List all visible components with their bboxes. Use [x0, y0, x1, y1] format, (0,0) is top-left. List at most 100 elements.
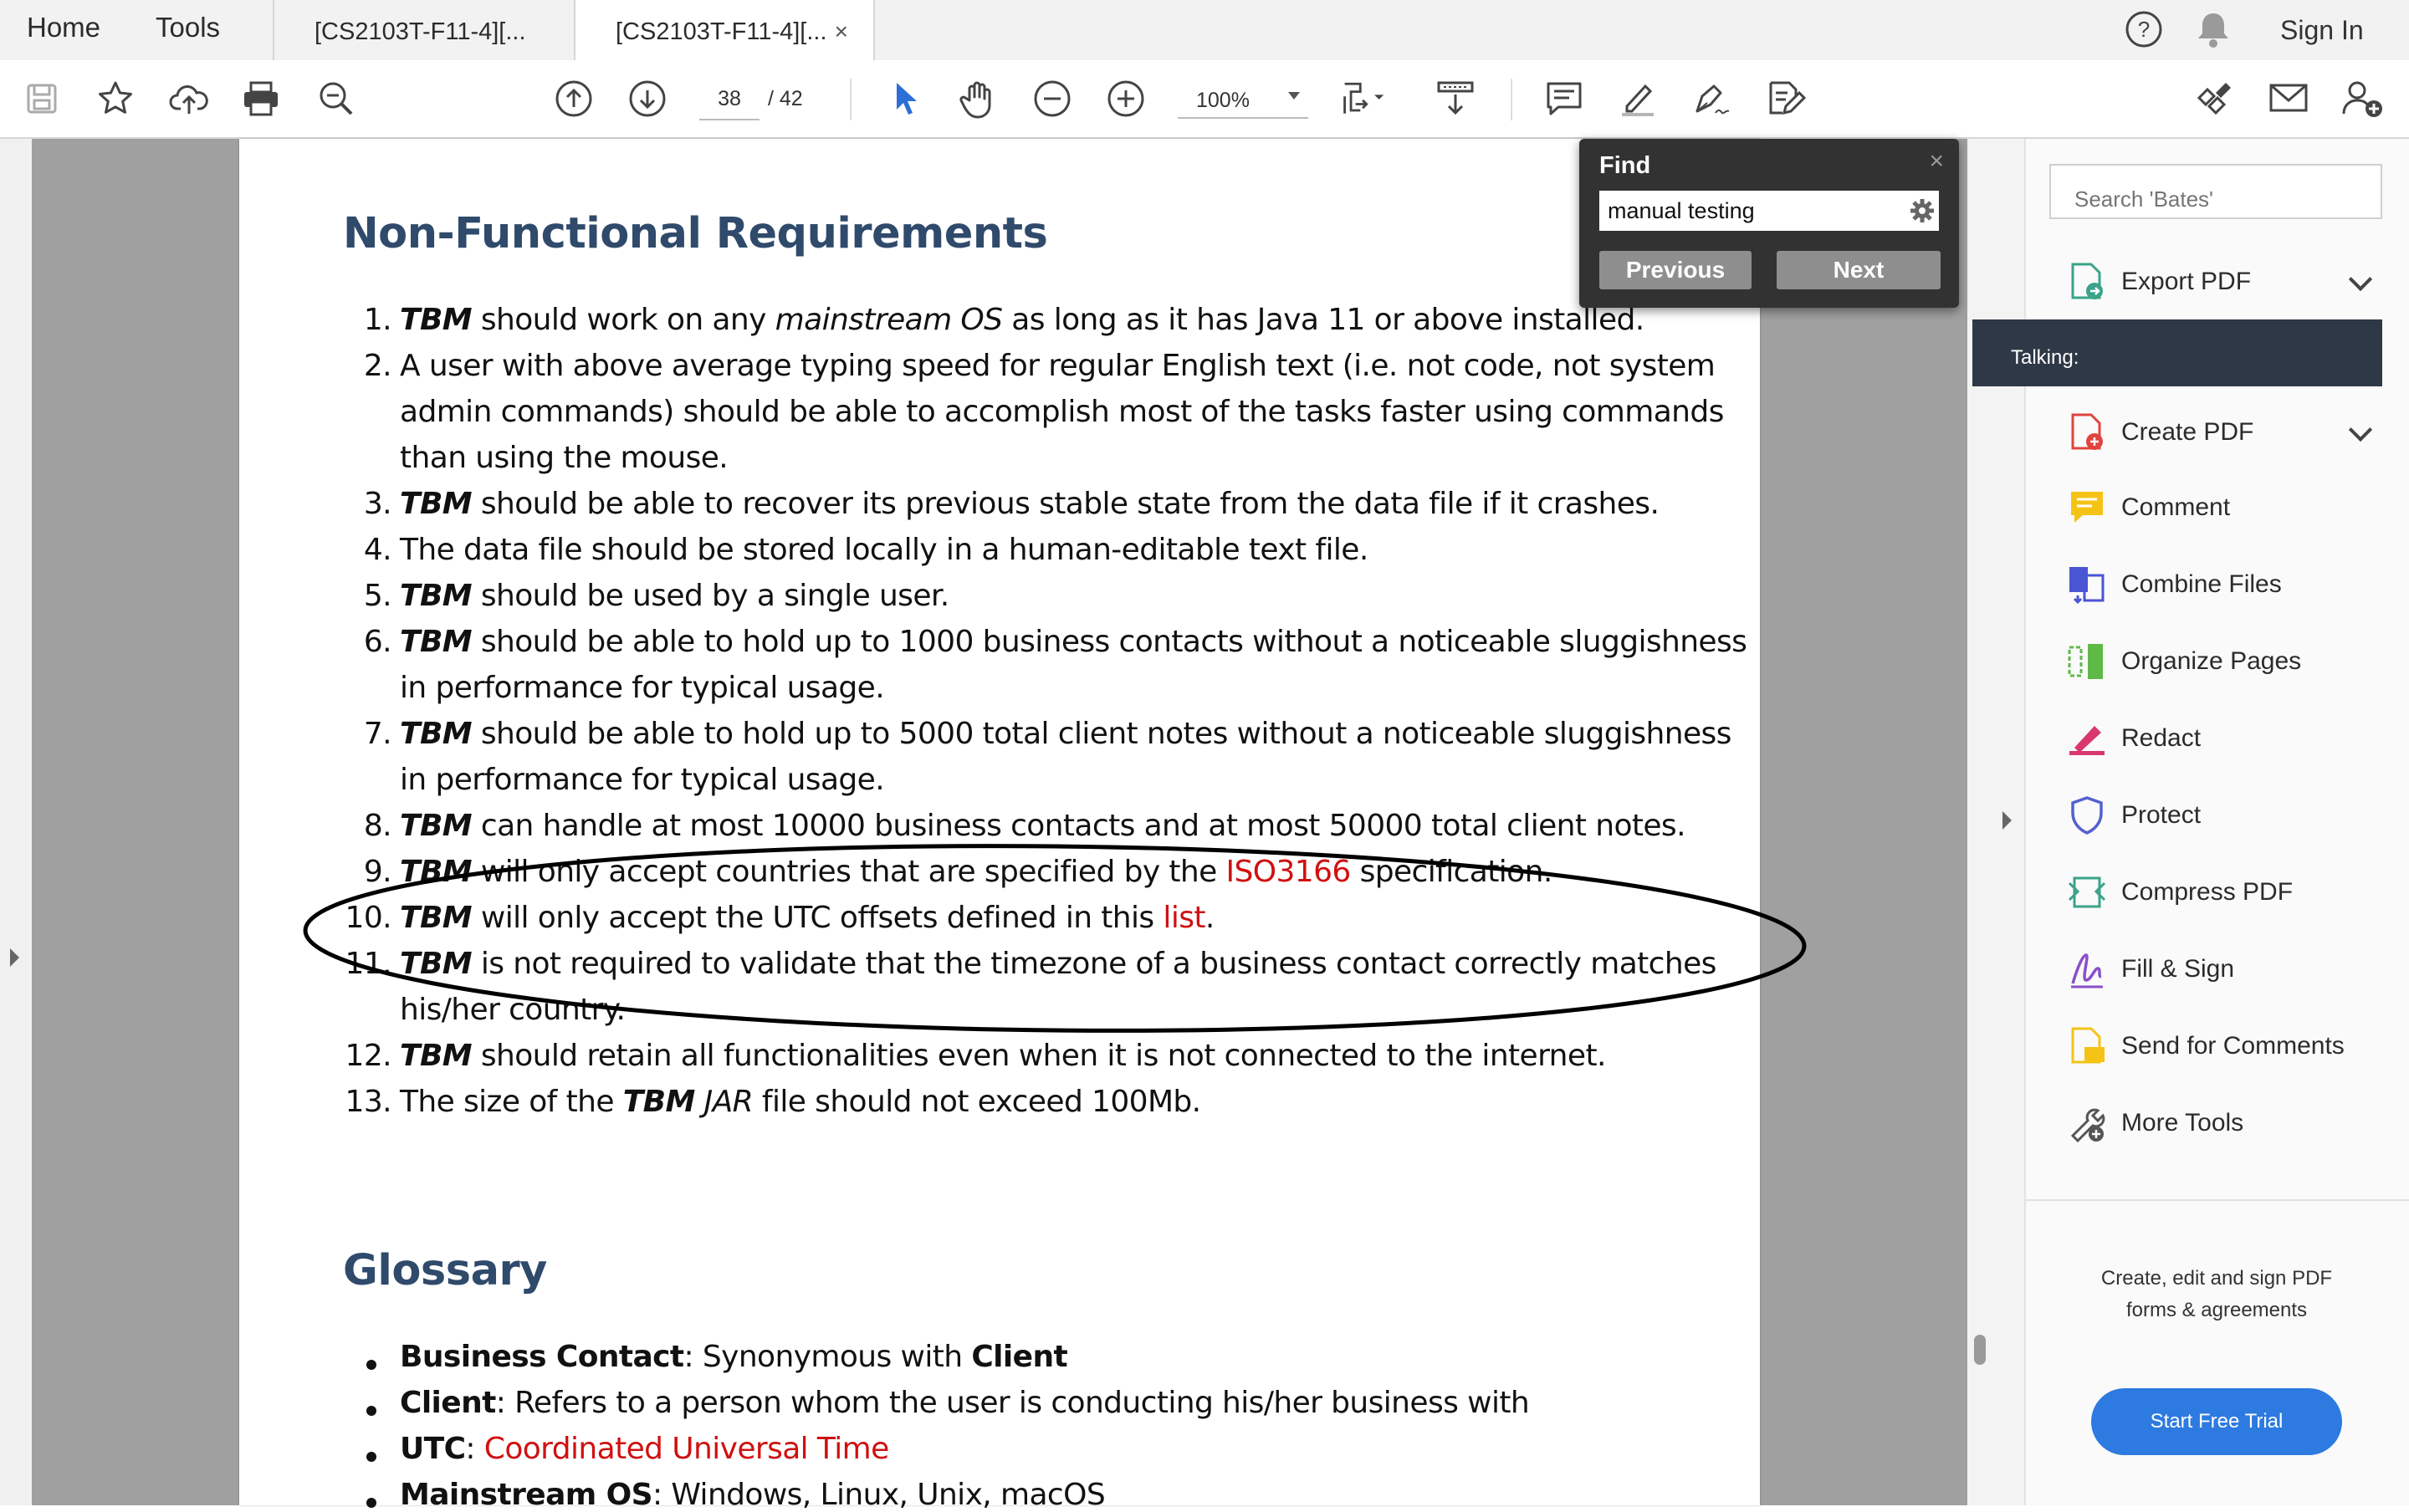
- list-item: The data file should be stored locally i…: [400, 533, 1368, 567]
- tool-comment[interactable]: Comment: [2066, 482, 2384, 532]
- page-total-label: / 42: [768, 87, 803, 110]
- list-item: TBM should be able to recover its previo…: [400, 487, 1660, 521]
- send-for-comments-icon: [2066, 1025, 2108, 1067]
- list-item: The size of the TBM JAR file should not …: [400, 1085, 1201, 1119]
- edit-document-icon[interactable]: [1762, 75, 1808, 122]
- panel-divider: [2024, 1199, 2409, 1201]
- glossary-item: Mainstream OS: Windows, Linux, Unix, mac…: [400, 1478, 1106, 1512]
- collapse-right-panel-icon[interactable]: [2002, 811, 2012, 830]
- tool-combine-files[interactable]: Combine Files: [2066, 559, 2384, 609]
- add-user-icon[interactable]: [2339, 75, 2386, 122]
- tab-close-icon[interactable]: ×: [835, 18, 848, 45]
- organize-pages-icon: [2066, 641, 2108, 682]
- zoom-in-icon[interactable]: [1102, 75, 1149, 122]
- highlight-pen-icon[interactable]: [1614, 75, 1661, 122]
- zoom-out-icon[interactable]: [1029, 75, 1076, 122]
- chevron-down-icon[interactable]: [2348, 267, 2373, 292]
- chevron-down-icon[interactable]: [2348, 417, 2373, 442]
- talking-tooltip: Talking:: [1972, 319, 2382, 386]
- save-icon[interactable]: [18, 75, 65, 122]
- tool-more-tools[interactable]: More Tools: [2066, 1097, 2384, 1147]
- zoom-level-select[interactable]: 100%: [1178, 79, 1308, 119]
- page-fit-icon[interactable]: [1340, 75, 1387, 122]
- section-heading-nfr: Non-Functional Requirements: [343, 209, 1048, 258]
- tab-label: [CS2103T-F11-4][...: [616, 18, 827, 45]
- tool-organize-pages[interactable]: Organize Pages: [2066, 636, 2384, 686]
- next-page-icon[interactable]: [624, 75, 671, 122]
- list-number: 8.: [363, 809, 392, 843]
- print-icon[interactable]: [238, 75, 284, 122]
- tool-label: Protect: [2121, 801, 2202, 829]
- scroll-mode-icon[interactable]: [1432, 75, 1479, 122]
- wrench-icon: [2066, 1102, 2108, 1144]
- find-search-input[interactable]: [1599, 191, 1939, 231]
- find-next-button[interactable]: Next: [1777, 251, 1941, 289]
- find-dialog: Find × Previous Next: [1579, 139, 1959, 308]
- previous-page-icon[interactable]: [550, 75, 597, 122]
- expand-left-panel-icon[interactable]: [10, 948, 19, 967]
- left-panel-toggle[interactable]: [0, 139, 32, 1505]
- list-item: TBM should retain all functionalities ev…: [400, 1039, 1606, 1073]
- tool-label: Create PDF: [2121, 418, 2254, 446]
- tool-send-for-comments[interactable]: Send for Comments: [2066, 1020, 2384, 1070]
- tool-create-pdf[interactable]: Create PDF: [2066, 406, 2384, 457]
- menu-tools[interactable]: Tools: [156, 12, 220, 43]
- tool-export-pdf[interactable]: Export PDF: [2066, 256, 2384, 306]
- tools-search-input[interactable]: [2049, 164, 2382, 219]
- zoom-level-value: 100%: [1196, 89, 1250, 112]
- find-previous-button[interactable]: Previous: [1599, 251, 1752, 289]
- hand-tool-icon[interactable]: [955, 75, 1002, 122]
- tab-document-2[interactable]: [CS2103T-F11-4][... ×: [574, 0, 875, 62]
- bullet: [366, 1360, 376, 1370]
- list-item-continued: in performance for typical usage.: [400, 763, 885, 797]
- comment-icon[interactable]: [1541, 75, 1588, 122]
- select-pointer-icon[interactable]: [882, 75, 928, 122]
- share-link-icon[interactable]: [2192, 75, 2238, 122]
- list-item-continued: than using the mouse.: [400, 441, 729, 475]
- toolbar-divider: [1511, 79, 1512, 120]
- utc-list-link[interactable]: list: [1163, 901, 1205, 935]
- help-icon[interactable]: ?: [2125, 10, 2163, 55]
- start-free-trial-button[interactable]: Start Free Trial: [2091, 1388, 2342, 1455]
- list-item-continued: in performance for typical usage.: [400, 671, 885, 705]
- fill-sign-icon: [2066, 948, 2108, 990]
- cloud-upload-icon[interactable]: [166, 75, 212, 122]
- email-icon[interactable]: [2265, 75, 2312, 122]
- utc-wiki-link[interactable]: Coordinated Universal Time: [484, 1432, 889, 1466]
- create-pdf-icon: [2066, 411, 2108, 453]
- gear-icon[interactable]: [1909, 197, 1936, 224]
- glossary-item: UTC: Coordinated Universal Time: [400, 1432, 889, 1466]
- list-number: 9.: [363, 855, 392, 889]
- zoom-search-icon[interactable]: [313, 75, 360, 122]
- tool-compress-pdf[interactable]: Compress PDF: [2066, 866, 2384, 917]
- toolbar-divider: [850, 79, 852, 120]
- tool-redact[interactable]: Redact: [2066, 713, 2384, 763]
- tool-protect[interactable]: Protect: [2066, 789, 2384, 840]
- tool-label: Organize Pages: [2121, 647, 2302, 675]
- bullet: [366, 1498, 376, 1508]
- sign-pen-icon[interactable]: [1688, 75, 1735, 122]
- comment-icon: [2066, 487, 2108, 529]
- compress-pdf-icon: [2066, 871, 2108, 913]
- tool-fill-sign[interactable]: Fill & Sign: [2066, 943, 2384, 994]
- scrollbar-thumb[interactable]: [1974, 1335, 1986, 1365]
- page-number-input[interactable]: [699, 79, 760, 120]
- menu-home[interactable]: Home: [27, 12, 100, 43]
- close-icon[interactable]: ×: [1929, 147, 1944, 176]
- list-number: 1.: [363, 303, 392, 337]
- list-item: TBM should be able to hold up to 1000 bu…: [400, 625, 1747, 659]
- list-number: 13.: [345, 1085, 392, 1119]
- bookmark-star-icon[interactable]: [92, 75, 139, 122]
- list-item: TBM will only accept countries that are …: [400, 855, 1552, 889]
- promo-text: Create, edit and sign PDF forms & agreem…: [2100, 1267, 2333, 1321]
- main-toolbar: / 42 100%: [0, 60, 2409, 139]
- tool-label: Comment: [2121, 493, 2231, 521]
- tab-document-1[interactable]: [CS2103T-F11-4][...: [273, 0, 574, 60]
- iso3166-link[interactable]: ISO3166: [1226, 855, 1352, 889]
- list-number: 10.: [345, 901, 392, 935]
- find-title: Find: [1599, 152, 1651, 179]
- list-number: 3.: [363, 487, 392, 521]
- notifications-bell-icon[interactable]: [2195, 10, 2232, 55]
- sign-in-button[interactable]: Sign In: [2280, 15, 2364, 46]
- combine-files-icon: [2066, 564, 2108, 605]
